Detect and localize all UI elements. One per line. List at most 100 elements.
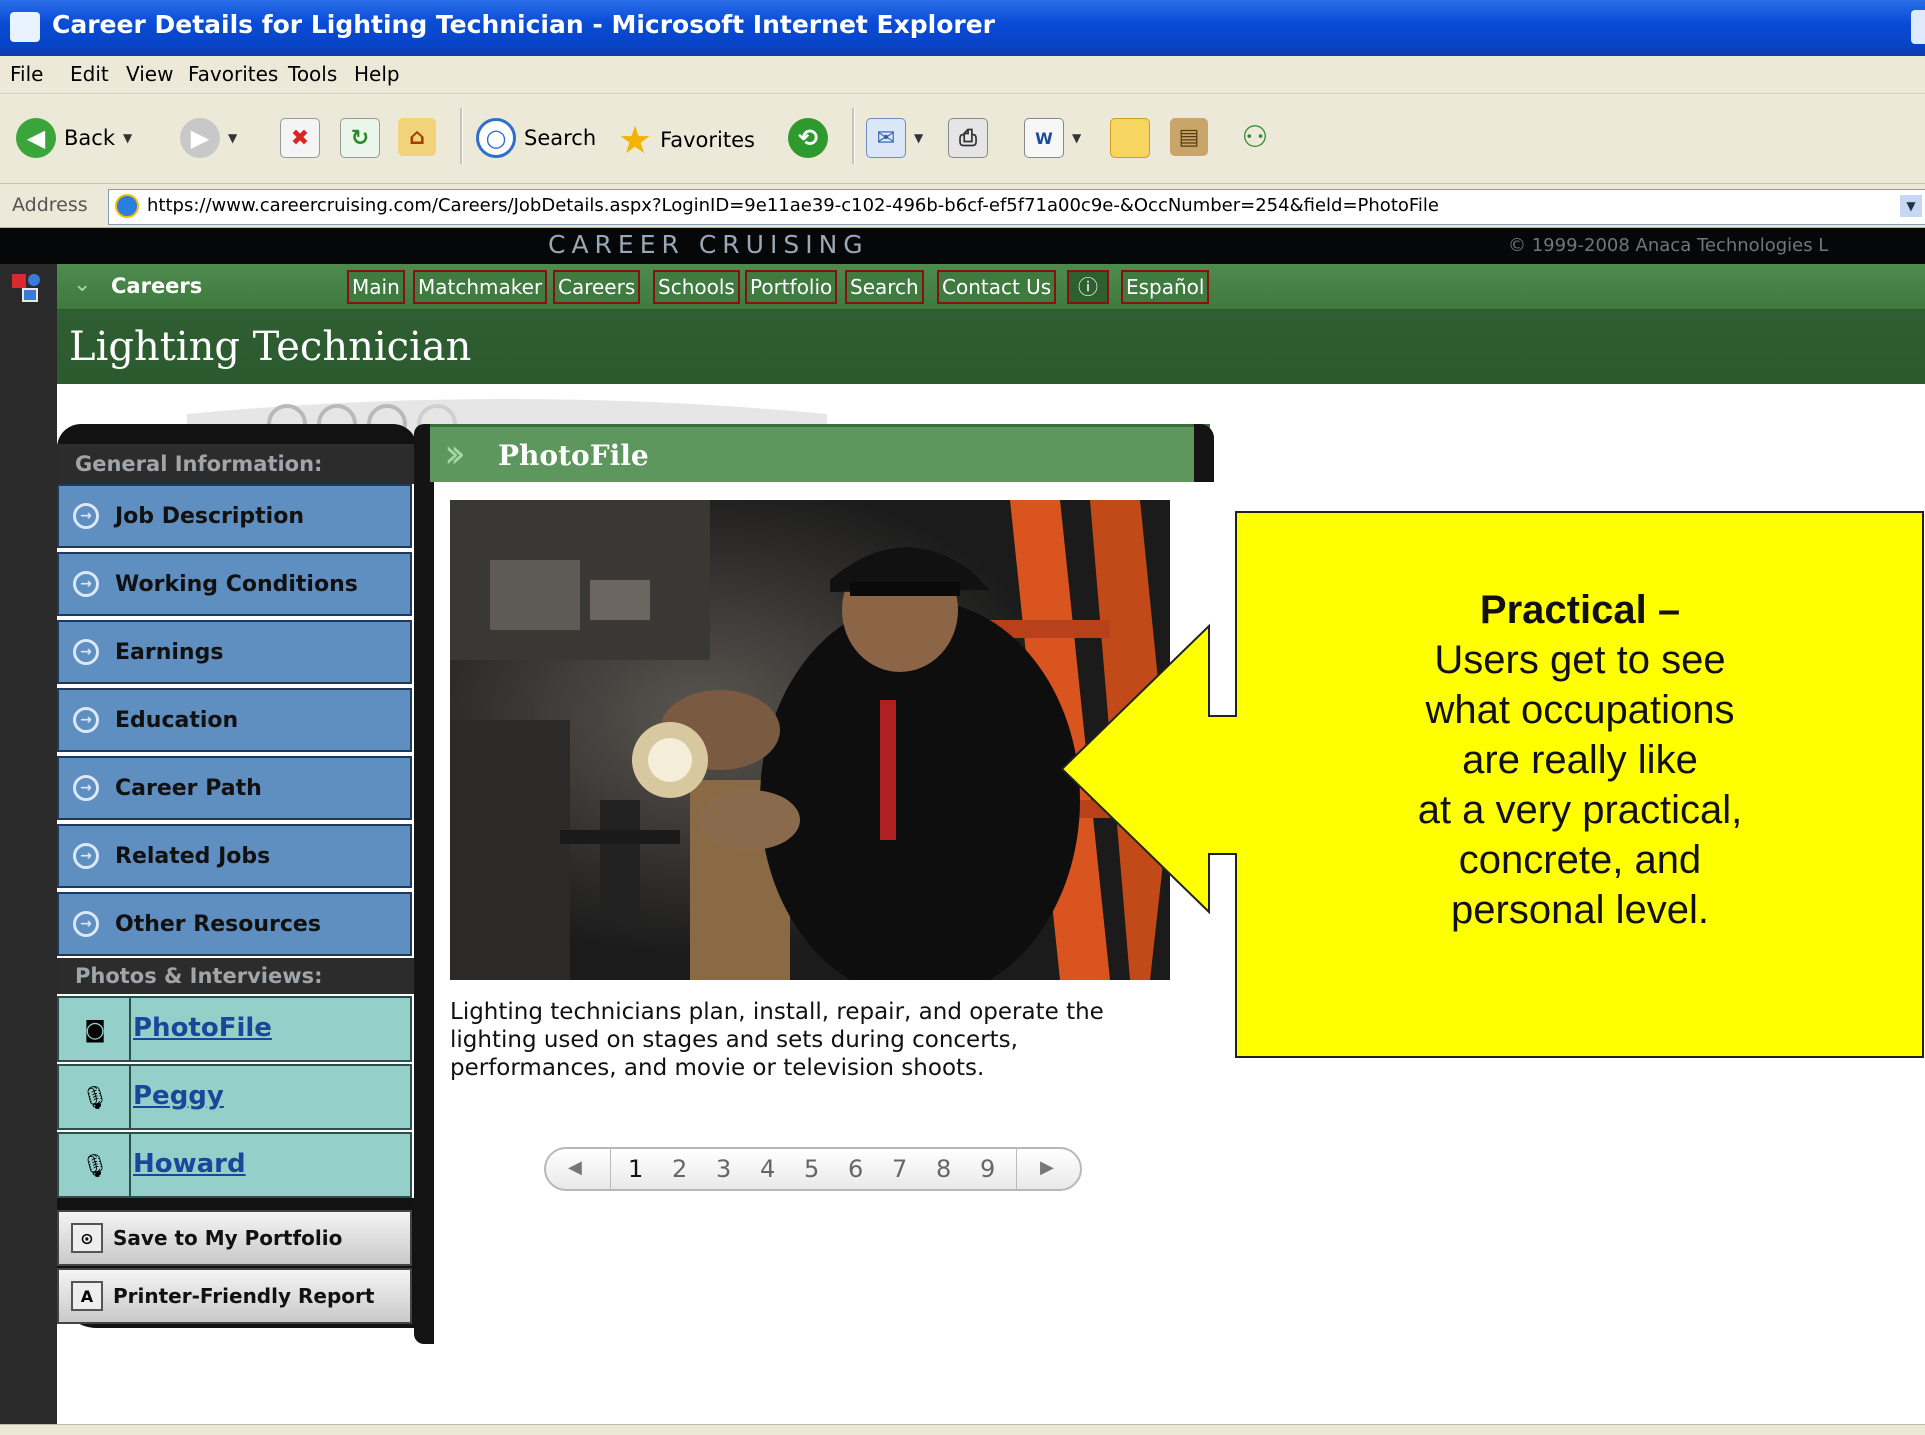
pager-page-5[interactable]: 5 xyxy=(804,1155,819,1183)
address-dropdown-icon[interactable]: ▼ xyxy=(1900,195,1922,217)
back-dropdown-icon[interactable]: ▼ xyxy=(123,131,132,145)
mail-button[interactable]: ✉ ▼ xyxy=(866,118,923,158)
chevron-down-icon[interactable]: ⌄ xyxy=(73,272,91,297)
page-title: Lighting Technician xyxy=(69,324,472,370)
messenger-icon: ⚇ xyxy=(1241,119,1269,155)
star-icon: ★ xyxy=(618,118,653,162)
menu-tools[interactable]: Tools xyxy=(288,62,337,86)
report-icon: A xyxy=(71,1281,103,1311)
sidebar: General Information: → Job Description →… xyxy=(57,384,827,1344)
home-button[interactable]: ⌂ xyxy=(398,118,436,156)
nav-main[interactable]: Main xyxy=(347,270,405,304)
pager-page-2[interactable]: 2 xyxy=(672,1155,687,1183)
menu-edit[interactable]: Edit xyxy=(70,62,109,86)
address-url[interactable]: https://www.careercruising.com/Careers/J… xyxy=(147,195,1439,216)
search-button[interactable]: ○ Search xyxy=(476,118,596,158)
history-button[interactable]: ⟲ xyxy=(788,118,828,158)
pager-page-7[interactable]: 7 xyxy=(892,1155,907,1183)
toolbar: ◀ Back ▼ ▶ ▼ ✖ ↻ ⌂ ○ Search ★ Favorites … xyxy=(0,94,1925,184)
copyright-text: © 1999-2008 Anaca Technologies L xyxy=(1508,235,1829,256)
callout-heading: Practical – xyxy=(1479,588,1681,632)
pager-page-9[interactable]: 9 xyxy=(980,1155,995,1183)
pager-next-icon[interactable]: ▶ xyxy=(1040,1157,1054,1178)
pager-page-8[interactable]: 8 xyxy=(936,1155,951,1183)
toolbar-separator xyxy=(852,108,855,164)
nav-contact-us[interactable]: Contact Us xyxy=(937,270,1057,304)
pager-page-1[interactable]: 1 xyxy=(628,1155,643,1183)
callout-line: concrete, and xyxy=(1458,838,1702,882)
printer-friendly-button[interactable]: A Printer-Friendly Report xyxy=(57,1268,412,1324)
menu-file[interactable]: File xyxy=(10,62,43,86)
sidebar-item-related-jobs[interactable]: → Related Jobs xyxy=(57,824,412,888)
circle-arrow-icon: → xyxy=(73,911,99,937)
pager-page-3[interactable]: 3 xyxy=(716,1155,731,1183)
mail-icon: ✉ xyxy=(866,118,906,158)
print-button[interactable]: ⎙ xyxy=(948,118,988,158)
nav-search[interactable]: Search xyxy=(845,270,924,304)
discuss-button[interactable] xyxy=(1110,118,1150,158)
photo-pager: ◀ 1 2 3 4 5 6 7 8 9 ▶ xyxy=(544,1147,1082,1191)
circle-arrow-icon: → xyxy=(73,775,99,801)
messenger-button[interactable]: ⚇ xyxy=(1236,118,1274,156)
circle-arrow-icon: → xyxy=(73,843,99,869)
sidebar-item-earnings[interactable]: → Earnings xyxy=(57,620,412,684)
sidebar-item-education[interactable]: → Education xyxy=(57,688,412,752)
photofile-header: ›› PhotoFile xyxy=(430,424,1210,482)
double-chevron-icon: ›› xyxy=(444,431,466,477)
favorites-button[interactable]: ★ Favorites xyxy=(618,118,755,162)
printer-icon: ⎙ xyxy=(948,118,988,158)
info-icon[interactable]: ⓘ xyxy=(1067,270,1109,304)
nav-espanol[interactable]: Español xyxy=(1121,270,1210,304)
sidebar-item-peggy[interactable]: 🎙 Peggy xyxy=(57,1064,412,1130)
sidebar-item-working-conditions[interactable]: → Working Conditions xyxy=(57,552,412,616)
pager-page-6[interactable]: 6 xyxy=(848,1155,863,1183)
callout-line: are really like xyxy=(1462,738,1698,782)
nav-careers[interactable]: Careers xyxy=(553,270,641,304)
research-button[interactable]: ▤ xyxy=(1170,118,1208,156)
circle-arrow-icon: → xyxy=(73,639,99,665)
callout-line: Users get to see xyxy=(1434,638,1726,682)
nav-matchmaker[interactable]: Matchmaker xyxy=(413,270,548,304)
refresh-button[interactable]: ↻ xyxy=(340,118,380,158)
left-gutter xyxy=(0,264,57,1424)
sidebar-item-other-resources[interactable]: → Other Resources xyxy=(57,892,412,956)
window-controls[interactable] xyxy=(1911,10,1925,44)
search-icon: ○ xyxy=(476,118,516,158)
menu-help[interactable]: Help xyxy=(354,62,400,86)
forward-arrow-icon: ▶ xyxy=(180,118,220,158)
site-brand: CAREER CRUISING xyxy=(548,230,869,259)
breadcrumb[interactable]: Careers xyxy=(111,274,202,298)
nav-portfolio[interactable]: Portfolio xyxy=(745,270,838,304)
forward-dropdown-icon[interactable]: ▼ xyxy=(228,131,237,145)
microphone-icon: 🎙 xyxy=(81,1153,109,1179)
address-bar: Address https://www.careercruising.com/C… xyxy=(0,184,1925,228)
circle-arrow-icon: → xyxy=(73,503,99,529)
save-to-portfolio-button[interactable]: ⊙ Save to My Portfolio xyxy=(57,1210,412,1266)
camera-icon: ◙ xyxy=(84,1017,106,1043)
edit-button[interactable]: W ▼ xyxy=(1024,118,1081,158)
sidebar-item-career-path[interactable]: → Career Path xyxy=(57,756,412,820)
mail-dropdown-icon[interactable]: ▼ xyxy=(914,131,923,145)
pager-page-4[interactable]: 4 xyxy=(760,1155,775,1183)
sidebar-item-howard[interactable]: 🎙 Howard xyxy=(57,1132,412,1198)
general-info-header: General Information: xyxy=(57,444,417,484)
sidebar-item-photofile[interactable]: ◙ PhotoFile xyxy=(57,996,412,1062)
pager-prev-icon[interactable]: ◀ xyxy=(568,1157,582,1178)
nav-schools[interactable]: Schools xyxy=(653,270,740,304)
callout-line: personal level. xyxy=(1451,888,1709,932)
sidebar-item-job-description[interactable]: → Job Description xyxy=(57,484,412,548)
edit-dropdown-icon[interactable]: ▼ xyxy=(1072,131,1081,145)
forward-button[interactable]: ▶ ▼ xyxy=(180,118,237,158)
address-input[interactable]: https://www.careercruising.com/Careers/J… xyxy=(108,189,1925,225)
refresh-icon: ↻ xyxy=(340,118,380,158)
site-nav-bar: ⌄ Careers Main Matchmaker Careers School… xyxy=(57,264,1925,310)
menu-view[interactable]: View xyxy=(126,62,173,86)
home-icon: ⌂ xyxy=(398,118,436,156)
content-frame-left xyxy=(414,424,434,1344)
back-button[interactable]: ◀ Back ▼ xyxy=(16,118,132,158)
callout-line: at a very practical, xyxy=(1417,788,1743,832)
menu-favorites[interactable]: Favorites xyxy=(188,62,278,86)
stop-icon: ✖ xyxy=(280,118,320,158)
status-bar xyxy=(0,1424,1925,1435)
stop-button[interactable]: ✖ xyxy=(280,118,320,158)
